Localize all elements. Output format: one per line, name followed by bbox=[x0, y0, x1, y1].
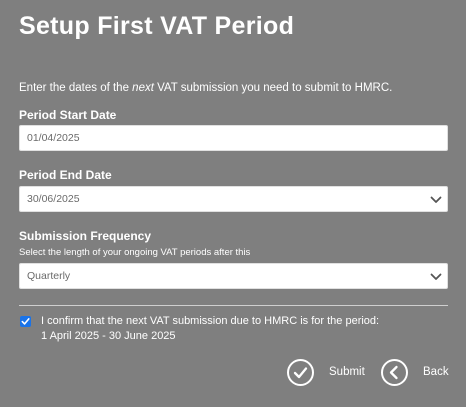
divider bbox=[19, 305, 448, 306]
confirm-line-1: I confirm that the next VAT submission d… bbox=[41, 315, 380, 327]
intro-text: Enter the dates of the next VAT submissi… bbox=[19, 82, 392, 94]
chevron-left-circle-icon bbox=[381, 358, 408, 386]
frequency-select[interactable]: Quarterly bbox=[19, 263, 448, 289]
confirm-text: I confirm that the next VAT submission d… bbox=[41, 314, 379, 344]
submit-button[interactable]: Submit bbox=[287, 358, 365, 386]
intro-text-after: VAT submission you need to submit to HMR… bbox=[153, 82, 393, 94]
frequency-help-text: Select the length of your ongoing VAT pe… bbox=[19, 247, 251, 258]
period-end-select[interactable]: 30/06/2025 bbox=[19, 186, 448, 212]
page-title: Setup First VAT Period bbox=[19, 12, 295, 40]
chevron-down-icon[interactable] bbox=[430, 272, 442, 282]
intro-text-before: Enter the dates of the bbox=[19, 82, 133, 94]
check-icon bbox=[21, 318, 30, 325]
period-start-label: Period Start Date bbox=[19, 108, 117, 122]
frequency-value: Quarterly bbox=[27, 270, 71, 282]
period-end-label: Period End Date bbox=[19, 168, 112, 182]
chevron-down-icon[interactable] bbox=[430, 195, 442, 205]
submit-label: Submit bbox=[329, 366, 365, 378]
confirm-checkbox[interactable] bbox=[20, 316, 31, 327]
back-button[interactable]: Back bbox=[381, 358, 449, 386]
period-start-value: 01/04/2025 bbox=[27, 132, 80, 144]
confirm-line-2: 1 April 2025 - 30 June 2025 bbox=[41, 330, 176, 342]
intro-text-emphasis: next bbox=[132, 82, 154, 94]
back-label: Back bbox=[423, 366, 449, 378]
frequency-label: Submission Frequency bbox=[19, 229, 152, 243]
checkmark-circle-icon bbox=[287, 358, 314, 386]
period-end-value: 30/06/2025 bbox=[27, 193, 80, 205]
period-start-input[interactable]: 01/04/2025 bbox=[19, 125, 448, 151]
